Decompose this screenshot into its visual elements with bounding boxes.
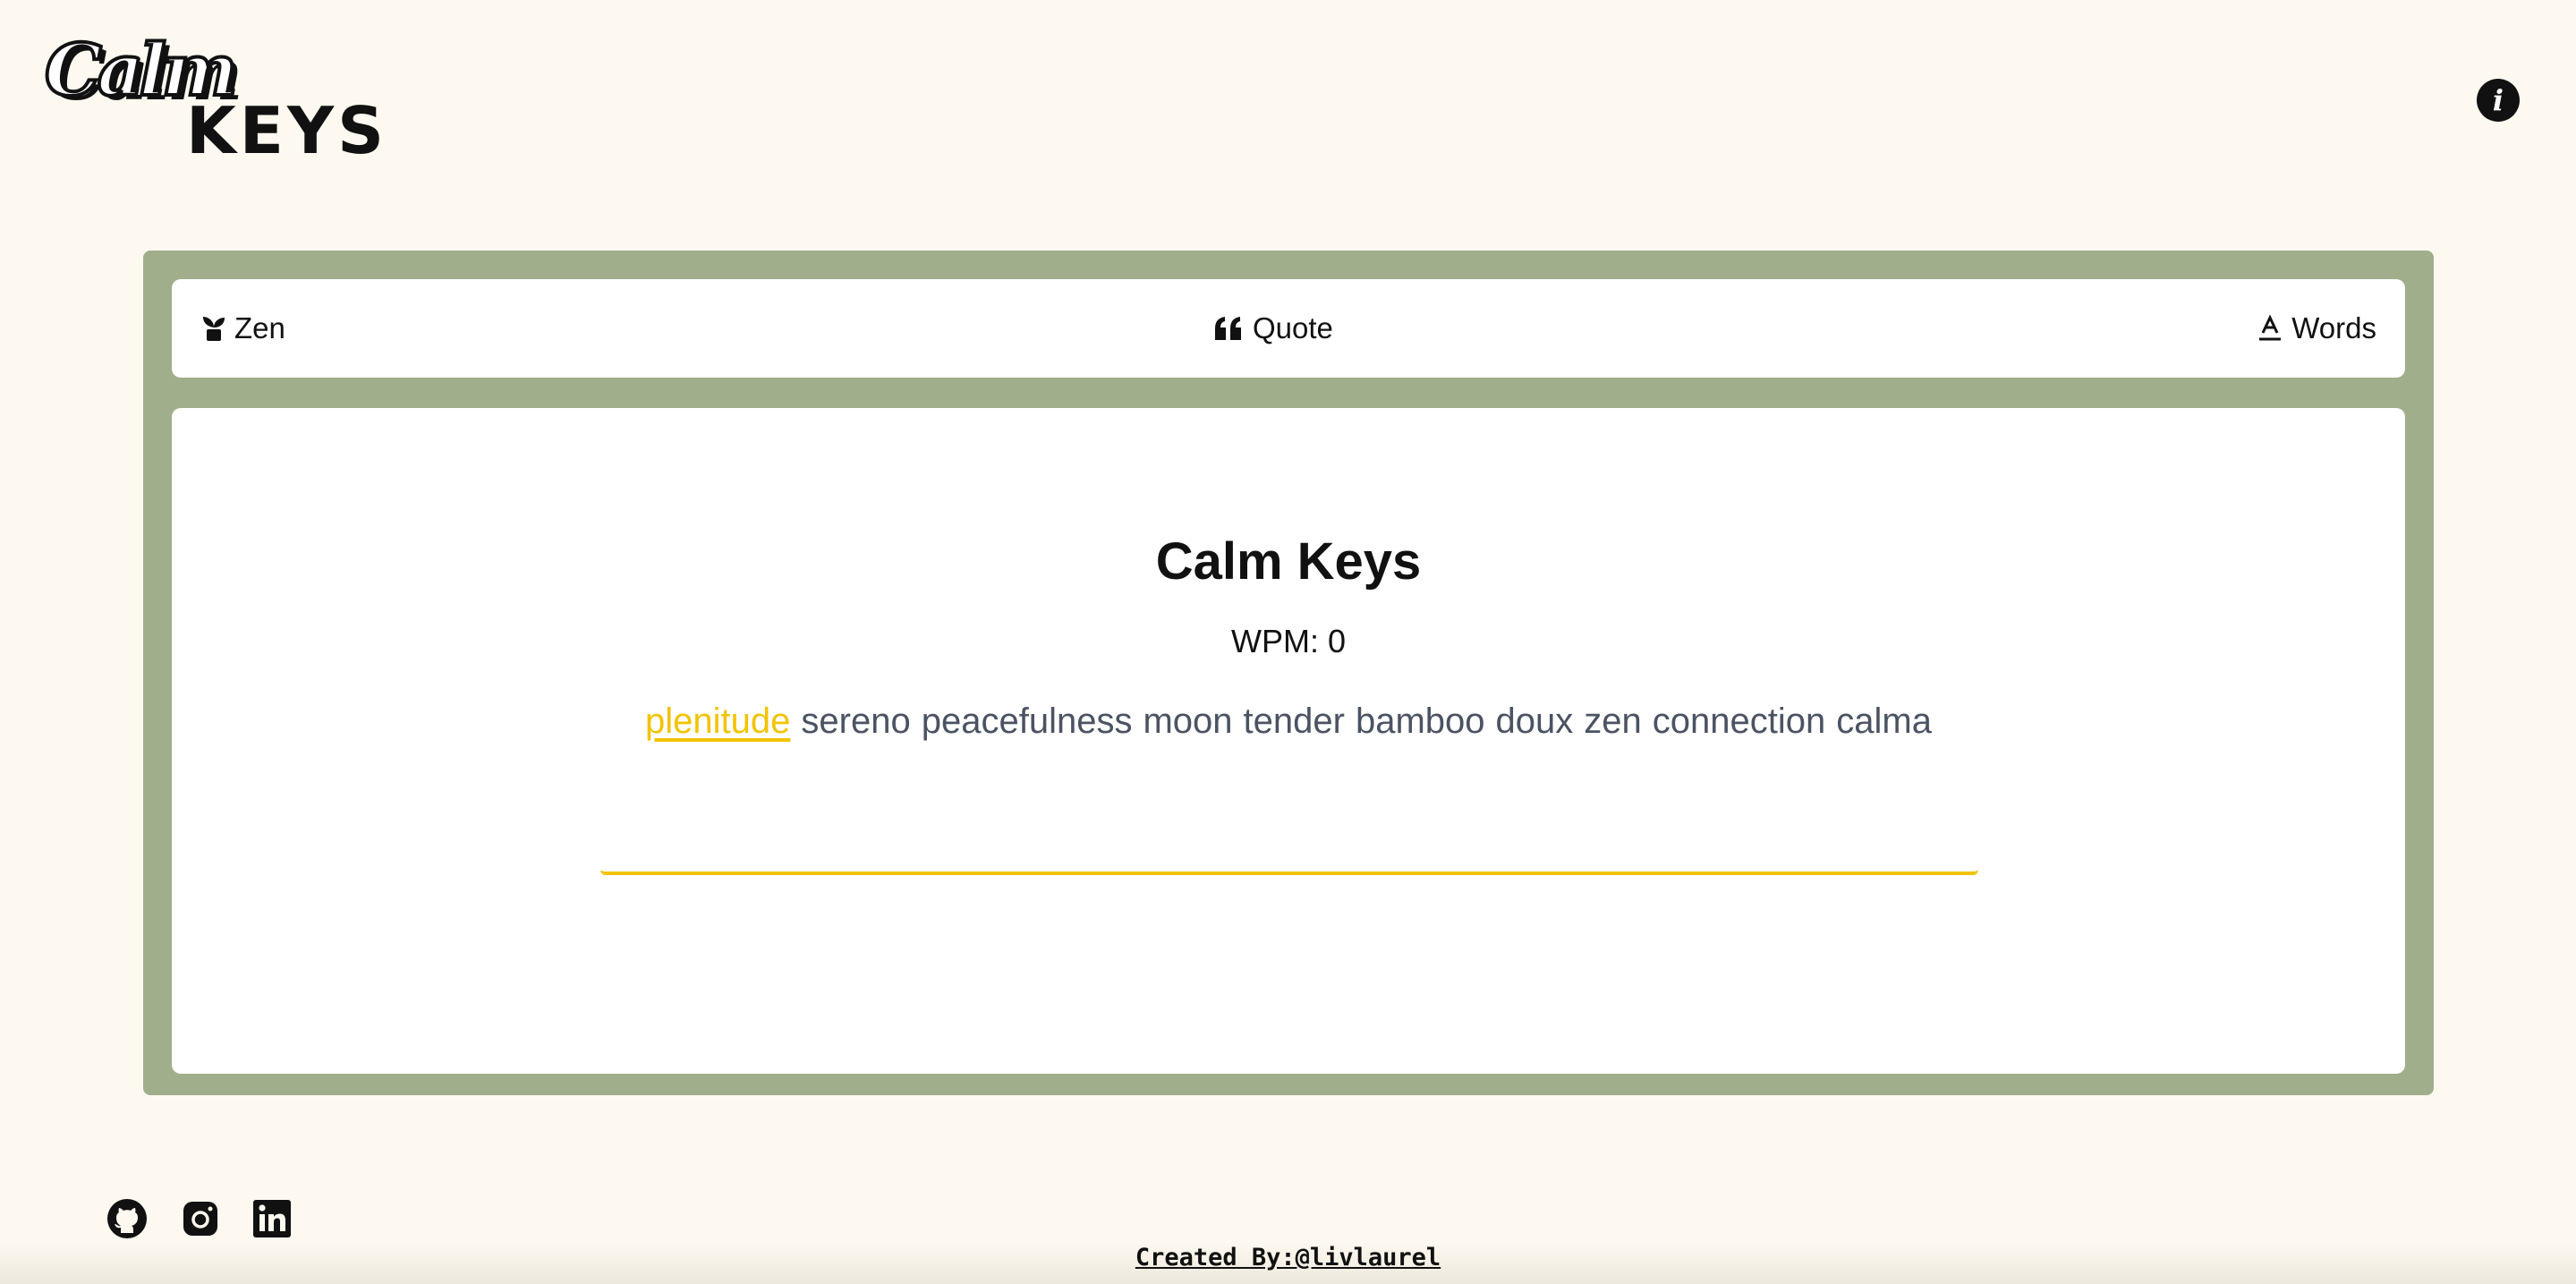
- word-list: plenitude sereno peacefulness moon tender bam…: [172, 702, 2405, 742]
- typing-frame: Zen Quote Words Calm Keys WPM: 0 plenitud…: [143, 251, 2434, 1095]
- mode-quote-button[interactable]: Quote: [1213, 279, 1333, 378]
- github-icon: [107, 1199, 147, 1238]
- wpm-value: 0: [1327, 623, 1346, 659]
- app-logo[interactable]: Calm KEYS: [43, 32, 384, 168]
- mode-words-label: Words: [2291, 311, 2376, 344]
- typing-panel: Calm Keys WPM: 0 plenitude sereno peacefuln…: [172, 408, 2405, 1074]
- info-icon: i: [2492, 83, 2504, 117]
- mode-bar: Zen Quote Words: [172, 279, 2405, 378]
- instagram-icon: [183, 1202, 217, 1236]
- info-button[interactable]: i: [2477, 79, 2520, 122]
- word: doux: [1495, 702, 1574, 741]
- text-icon: [2259, 315, 2282, 341]
- word: connection: [1652, 702, 1826, 741]
- active-word: plenitude: [645, 702, 791, 741]
- logo-keys-text: KEYS: [186, 93, 387, 168]
- creator-credit-link[interactable]: Created By:@livlaurel: [0, 1244, 2576, 1271]
- word: peacefulness: [921, 702, 1133, 741]
- linkedin-link[interactable]: [251, 1197, 293, 1240]
- word: sereno: [801, 702, 911, 741]
- mode-quote-label: Quote: [1253, 311, 1333, 344]
- mode-zen-button[interactable]: Zen: [202, 279, 285, 378]
- page-title: Calm Keys: [1155, 532, 1422, 591]
- word: tender: [1243, 702, 1345, 741]
- github-link[interactable]: [106, 1197, 149, 1240]
- wpm-display: WPM: 0: [172, 623, 2405, 660]
- word: calma: [1836, 702, 1932, 741]
- word: moon: [1143, 702, 1233, 741]
- typing-input[interactable]: [600, 802, 1978, 875]
- quote-icon: [1215, 317, 1241, 340]
- mode-zen-label: Zen: [234, 311, 285, 344]
- plant-icon: [203, 317, 225, 341]
- word: zen: [1584, 702, 1642, 741]
- linkedin-icon: [253, 1200, 291, 1237]
- wpm-label: WPM:: [1230, 623, 1319, 659]
- word: bamboo: [1355, 702, 1485, 741]
- mode-words-button[interactable]: Words: [2257, 279, 2376, 378]
- instagram-link[interactable]: [179, 1197, 222, 1240]
